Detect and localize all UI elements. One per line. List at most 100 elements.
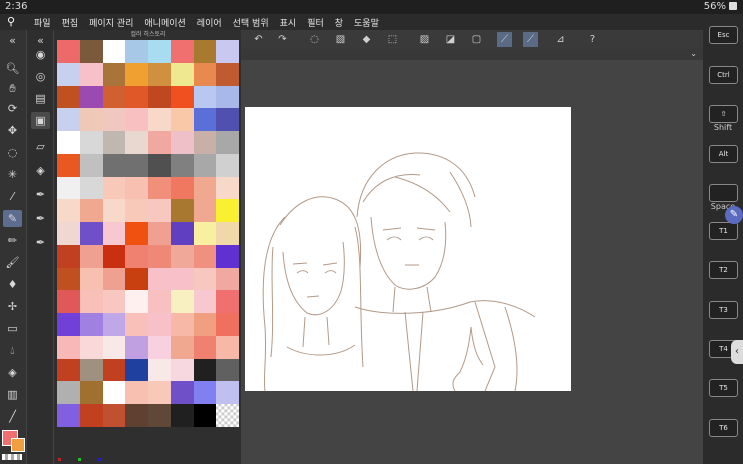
menu-item[interactable]: 페이지 관리 [89,19,133,29]
color-history-swatch[interactable] [193,404,217,427]
color-history-swatch[interactable] [102,290,126,313]
color-history-swatch[interactable] [79,244,103,268]
redo-icon[interactable]: ↷ [275,32,290,47]
color-history-swatch[interactable] [216,358,239,382]
alt-key[interactable]: Alt [709,145,738,163]
color-history-swatch[interactable] [170,131,194,154]
color-history-swatch[interactable] [57,244,80,268]
ctrl-key[interactable]: Ctrl [709,66,738,84]
color-history-swatch[interactable] [193,222,217,245]
color-history-swatch[interactable] [125,358,148,382]
side-panel-handle-icon[interactable]: ‹ [731,340,743,364]
color-history-swatch[interactable] [216,62,239,86]
color-history-swatch[interactable] [193,358,217,382]
color-history-swatch[interactable] [216,267,239,291]
color-history-swatch[interactable] [216,40,239,63]
deselect-icon[interactable]: ◌ [307,32,322,47]
color-history-swatch[interactable] [125,199,148,222]
color-history-swatch[interactable] [170,381,194,404]
sub-tool-7-icon[interactable]: ✒ [31,186,50,203]
color-history-swatch[interactable] [148,131,171,154]
color-history-swatch[interactable] [57,108,80,131]
color-history-swatch[interactable] [125,290,148,313]
color-history-swatch[interactable] [57,404,80,427]
color-history-swatch[interactable] [79,381,103,404]
rotate-tool-icon[interactable]: ⟳ [3,100,22,117]
color-history-swatch[interactable] [125,244,148,268]
menu-item[interactable]: 선택 범위 [233,19,269,29]
color-history-swatch[interactable] [216,313,239,336]
color-history-swatch[interactable] [216,335,239,359]
color-history-swatch[interactable] [102,40,126,63]
decoration-tool-icon[interactable]: ✢ [3,298,22,315]
color-history-swatch[interactable] [148,404,171,427]
color-history-swatch[interactable] [57,222,80,245]
sub-tool-6-icon[interactable]: ◈ [31,162,50,179]
color-history-swatch[interactable] [79,313,103,336]
color-history-swatch[interactable] [57,381,80,404]
gradient-tool-icon[interactable]: ▥ [3,386,22,403]
color-history-swatch[interactable] [79,199,103,222]
color-history-swatch[interactable] [102,358,126,382]
color-history-swatch[interactable] [57,62,80,86]
color-history-swatch[interactable] [125,153,148,177]
color-history-swatch[interactable] [148,176,171,200]
edit-pen-icon[interactable]: ✎ [725,206,743,224]
color-history-swatch[interactable] [102,199,126,222]
snap-grid-icon[interactable]: ⊿ [553,32,568,47]
color-history-swatch[interactable] [79,131,103,154]
color-history-swatch[interactable] [57,85,80,109]
help-icon[interactable]: ? [585,32,600,47]
collapse-icon[interactable]: « [3,32,22,49]
magic-wand-icon[interactable]: ✳ [3,166,22,183]
move-tool-icon[interactable]: ✥ [3,122,22,139]
color-history-swatch[interactable] [193,199,217,222]
color-history-swatch[interactable] [79,40,103,63]
color-history-swatch[interactable] [79,358,103,382]
color-history-swatch[interactable] [125,131,148,154]
airbrush-tool-icon[interactable]: ♦ [3,276,22,293]
color-history-swatch[interactable] [125,222,148,245]
color-history-swatch[interactable] [193,290,217,313]
color-history-swatch[interactable] [170,176,194,200]
menu-item[interactable]: 애니메이션 [144,19,185,29]
color-history-swatch[interactable] [79,267,103,291]
blend-tool-icon[interactable]: 💧︎ [3,342,22,359]
color-history-swatch[interactable] [170,40,194,63]
color-history-swatch[interactable] [148,108,171,131]
menu-item[interactable]: 도움말 [354,19,379,29]
color-history-swatch[interactable] [79,335,103,359]
color-history-swatch[interactable] [148,335,171,359]
menu-item[interactable]: 레이어 [197,19,222,29]
color-history-swatch[interactable] [170,267,194,291]
color-history-swatch[interactable] [193,335,217,359]
t5-key[interactable]: T5 [709,379,738,397]
sub-tool-3-icon[interactable]: ▤ [31,90,50,107]
color-history-swatch[interactable] [193,176,217,200]
color-history-swatch[interactable] [193,108,217,131]
color-history-swatch[interactable] [193,131,217,154]
sub-tool-2-icon[interactable]: ◎ [31,68,50,85]
color-history-swatch[interactable] [148,381,171,404]
color-history-swatch[interactable] [170,153,194,177]
color-history-swatch[interactable] [57,40,80,63]
color-history-swatch[interactable] [170,404,194,427]
color-history-swatch[interactable] [216,290,239,313]
clear-icon[interactable]: ▧ [333,32,348,47]
menu-item[interactable]: 창 [335,19,343,29]
sub-tool-9-icon[interactable]: ✒ [31,234,50,251]
color-history-swatch[interactable] [102,381,126,404]
color-history-swatch[interactable] [102,176,126,200]
color-history-swatch[interactable] [193,267,217,291]
color-history-swatch[interactable] [216,108,239,131]
fill-icon[interactable]: ◆ [359,32,374,47]
color-history-swatch[interactable] [102,222,126,245]
color-history-swatch[interactable] [216,222,239,245]
app-logo-icon[interactable]: ⚲ [7,16,20,28]
shift-key[interactable]: ⇧ [709,105,738,123]
dropdown-icon[interactable]: ⌄ [690,49,697,58]
color-history-swatch[interactable] [57,290,80,313]
sub-tool-5-icon[interactable]: ▱ [31,138,50,155]
color-history-swatch[interactable] [193,244,217,268]
snap-special-ruler-icon[interactable]: ⟋ [523,32,538,47]
